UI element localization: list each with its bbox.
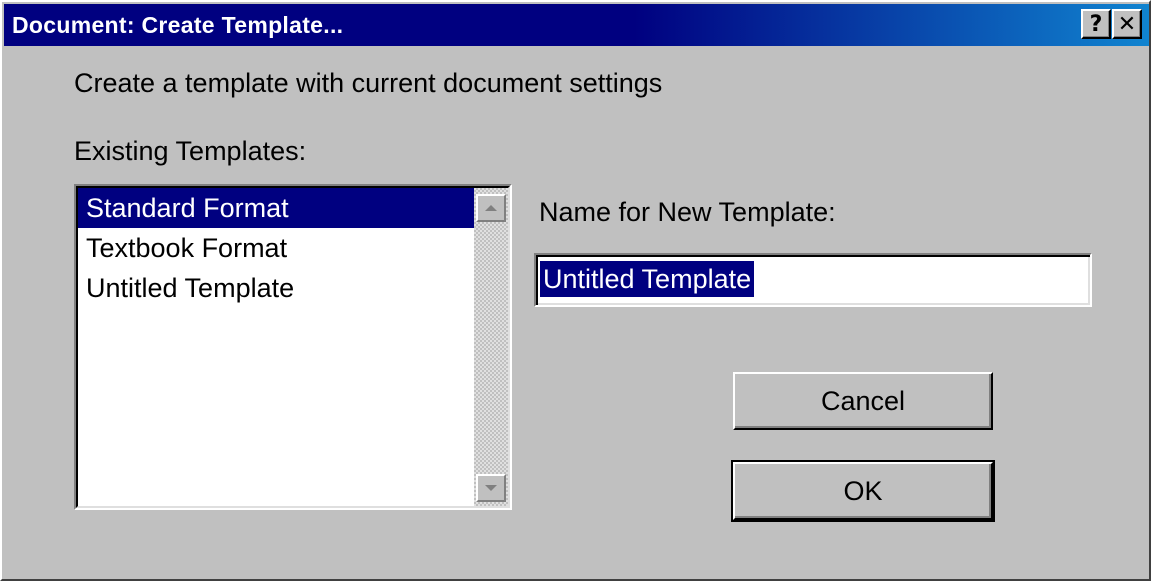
cancel-button[interactable]: Cancel — [733, 372, 993, 430]
scroll-down-button[interactable] — [476, 474, 506, 502]
existing-templates-label: Existing Templates: — [74, 136, 307, 166]
create-template-dialog: Document: Create Template... ? ✕ Create … — [0, 0, 1151, 581]
ok-button[interactable]: OK — [731, 460, 995, 522]
listbox-frame: Standard Format Textbook Format Untitled… — [76, 186, 510, 508]
list-item-textbook-format[interactable]: Textbook Format — [78, 228, 476, 268]
arrow-up-icon — [485, 205, 497, 211]
dialog-description: Create a template with current document … — [74, 68, 663, 98]
help-button[interactable]: ? — [1081, 9, 1111, 39]
list-items: Standard Format Textbook Format Untitled… — [78, 188, 476, 308]
list-item-untitled-template[interactable]: Untitled Template — [78, 268, 476, 308]
close-icon: ✕ — [1117, 11, 1137, 37]
new-template-name-input[interactable]: Untitled Template — [534, 253, 1092, 307]
listbox-scrollbar[interactable] — [474, 188, 508, 506]
arrow-down-icon — [485, 485, 497, 491]
scroll-up-button[interactable] — [476, 194, 506, 222]
close-button[interactable]: ✕ — [1112, 9, 1142, 39]
existing-templates-listbox[interactable]: Standard Format Textbook Format Untitled… — [74, 184, 512, 510]
list-item-standard-format[interactable]: Standard Format — [78, 188, 476, 228]
new-template-name-label: Name for New Template: — [539, 197, 836, 227]
help-icon: ? — [1089, 11, 1103, 37]
new-template-name-value: Untitled Template — [540, 261, 755, 297]
window-title: Document: Create Template... — [12, 11, 344, 38]
title-bar[interactable]: Document: Create Template... ? ✕ — [4, 4, 1149, 46]
